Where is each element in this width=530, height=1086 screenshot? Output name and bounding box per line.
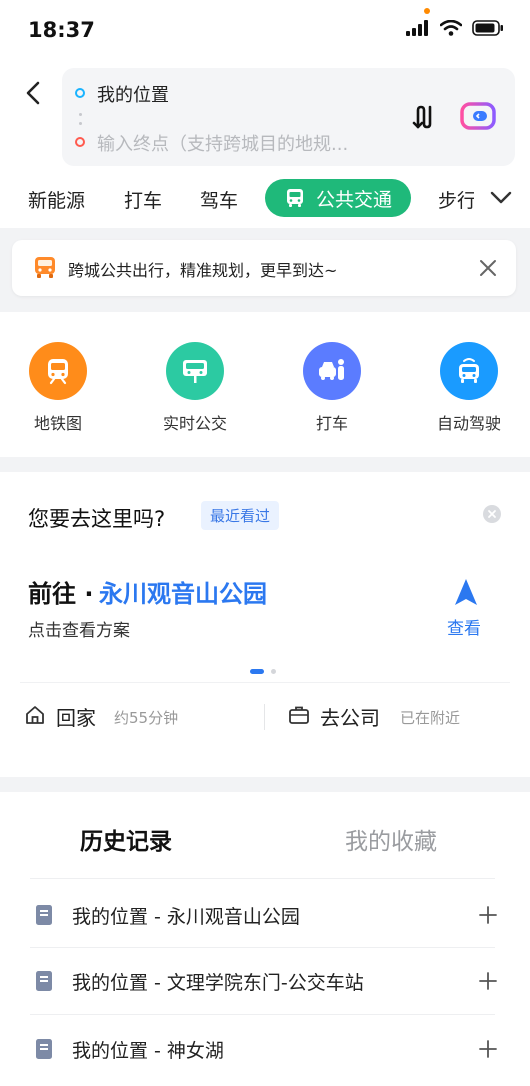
taxi-app-icon[interactable] xyxy=(303,342,361,400)
destination-input[interactable]: 输入终点（支持跨城目的地规... xyxy=(97,130,397,156)
tab-taxi[interactable]: 打车 xyxy=(124,186,162,213)
start-location-field[interactable]: 我的位置 xyxy=(97,81,169,107)
divider xyxy=(30,878,495,879)
status-time: 18:37 xyxy=(28,18,95,42)
wifi-icon xyxy=(440,20,462,36)
mini-program-icon[interactable] xyxy=(460,102,496,130)
close-icon[interactable] xyxy=(478,258,498,278)
go-to-work-button[interactable]: 去公司 xyxy=(320,702,380,731)
history-record-icon xyxy=(36,905,52,925)
tab-new-energy[interactable]: 新能源 xyxy=(28,186,85,213)
swap-route-icon[interactable] xyxy=(410,103,438,131)
history-item[interactable]: 我的位置 - 神女湖 xyxy=(72,1036,224,1063)
tab-walk[interactable]: 步行 xyxy=(438,186,474,213)
carousel-indicator-active xyxy=(250,669,264,674)
app-label-realtime-bus: 实时公交 xyxy=(162,414,227,433)
route-dot xyxy=(79,113,82,116)
history-item[interactable]: 我的位置 - 永川观音山公园 xyxy=(72,902,300,929)
navigation-arrow-icon[interactable] xyxy=(454,578,478,606)
divider xyxy=(30,947,495,948)
battery-icon xyxy=(472,20,503,36)
briefcase-icon xyxy=(289,706,309,724)
go-to-prefix: 前往 · xyxy=(28,580,94,608)
status-icons xyxy=(406,20,504,36)
tab-history[interactable]: 历史记录 xyxy=(80,822,172,856)
recently-viewed-badge: 最近看过 xyxy=(201,501,280,530)
back-arrow-icon[interactable] xyxy=(22,80,46,106)
tab-public-transit[interactable]: 公共交通 xyxy=(265,179,411,217)
end-point-icon xyxy=(75,137,85,147)
home-icon xyxy=(26,706,44,724)
view-plan-hint[interactable]: 点击查看方案 xyxy=(28,616,130,641)
plus-icon[interactable] xyxy=(478,971,498,991)
tab-favorites[interactable]: 我的收藏 xyxy=(345,822,437,856)
work-status: 已在附近 xyxy=(400,709,461,727)
subway-map-icon[interactable] xyxy=(29,342,87,400)
divider xyxy=(20,682,510,683)
view-button[interactable]: 查看 xyxy=(447,614,481,639)
coach-bus-icon xyxy=(35,257,55,278)
bus-icon xyxy=(286,189,303,207)
plus-icon[interactable] xyxy=(478,1039,498,1059)
history-record-icon xyxy=(36,1039,52,1059)
realtime-bus-icon[interactable] xyxy=(166,342,224,400)
history-item[interactable]: 我的位置 - 文理学院东门-公交车站 xyxy=(72,968,364,995)
history-record-icon xyxy=(36,971,52,991)
tab-public-transit-label: 公共交通 xyxy=(315,188,392,211)
app-label-autonomous: 自动驾驶 xyxy=(436,414,501,433)
carousel-indicator xyxy=(271,669,276,674)
autonomous-driving-icon[interactable] xyxy=(440,342,498,400)
privacy-indicator-dot xyxy=(424,8,430,14)
chevron-down-icon[interactable] xyxy=(490,190,512,206)
suggestion-title: 您要去这里吗? xyxy=(28,507,166,531)
signal-icon xyxy=(406,20,428,36)
app-label-subway: 地铁图 xyxy=(33,414,82,433)
divider xyxy=(30,1014,495,1015)
home-eta: 约55分钟 xyxy=(114,709,179,727)
divider xyxy=(264,704,265,730)
go-home-button[interactable]: 回家 xyxy=(56,702,96,731)
tab-drive[interactable]: 驾车 xyxy=(200,186,238,213)
plus-icon[interactable] xyxy=(478,905,498,925)
dismiss-suggestion-icon[interactable] xyxy=(483,505,501,523)
route-dot xyxy=(79,122,82,125)
suggested-destination[interactable]: 永川观音山公园 xyxy=(99,574,267,609)
banner-text: 跨城公共出行，精准规划，更早到达~ xyxy=(68,261,338,280)
start-point-icon xyxy=(75,88,85,98)
app-label-taxi: 打车 xyxy=(315,414,348,433)
